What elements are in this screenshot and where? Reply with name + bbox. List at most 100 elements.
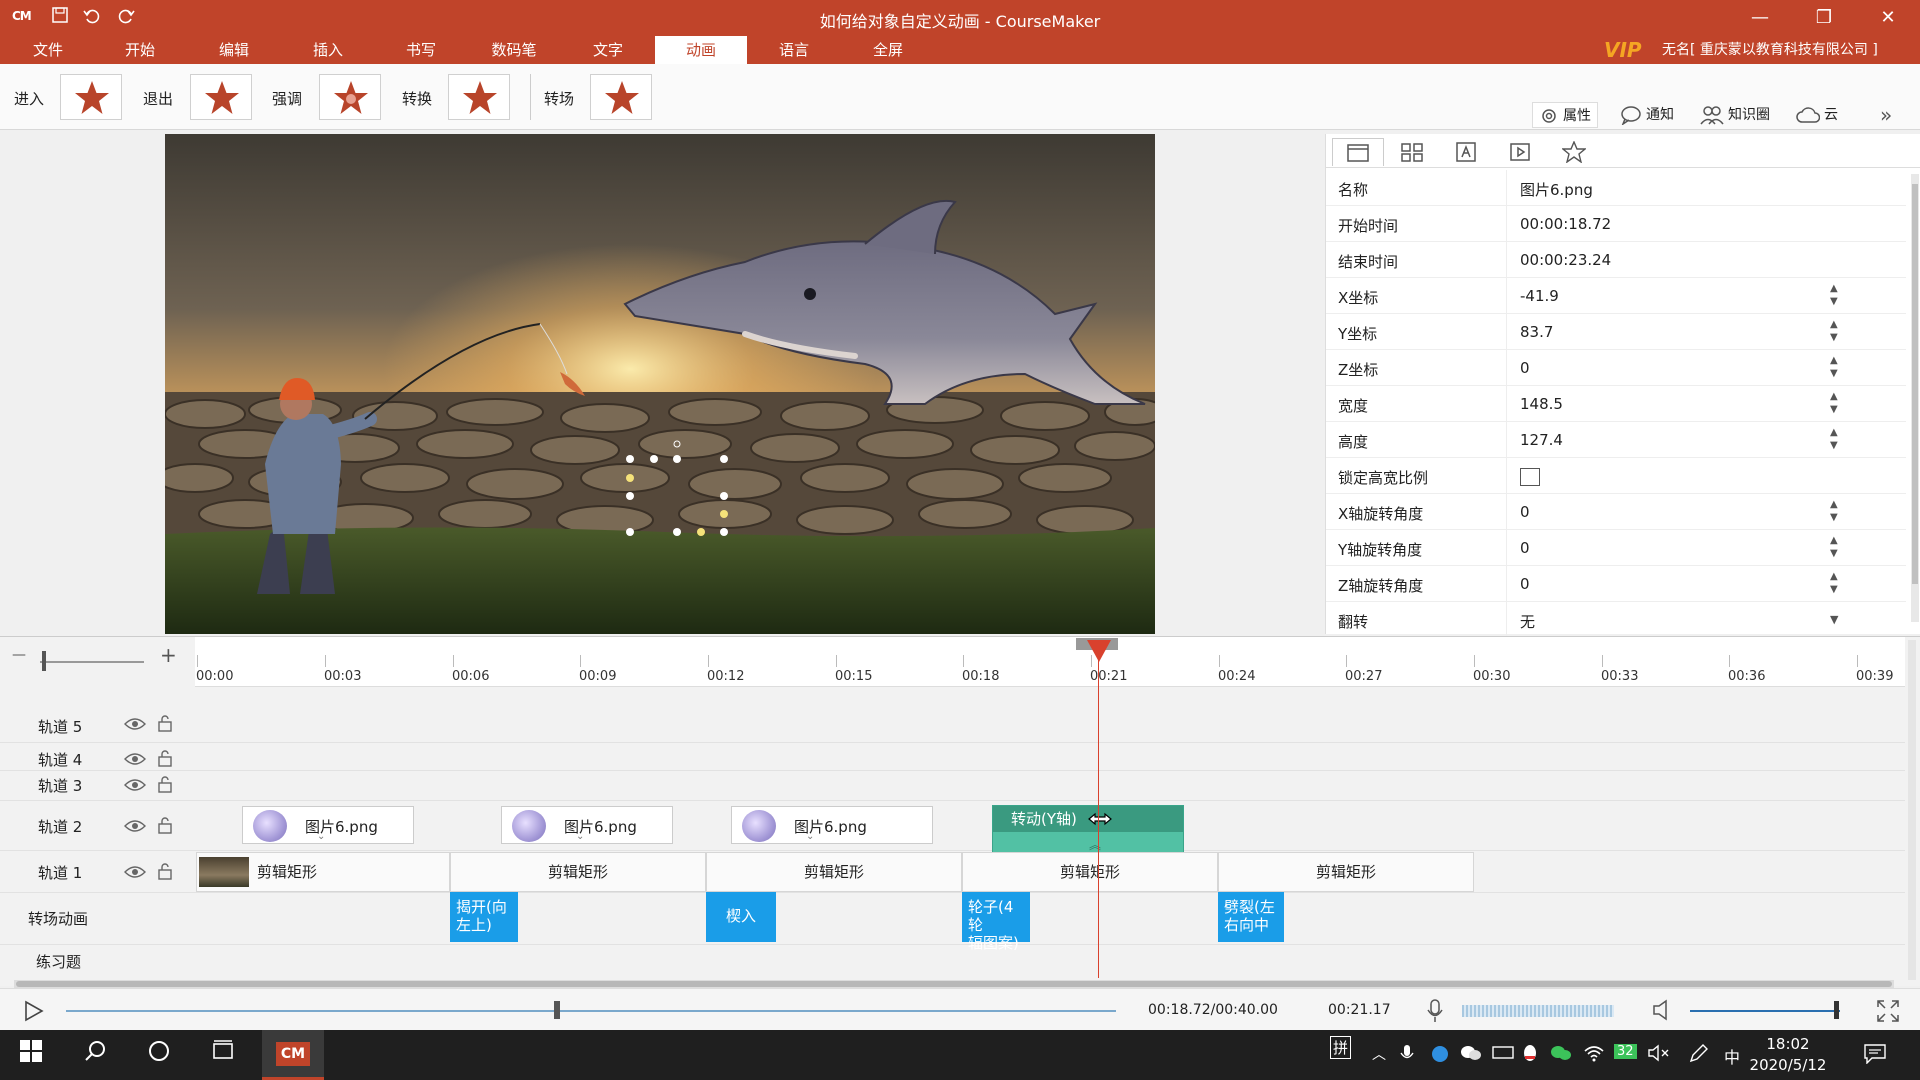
prop-value[interactable]: 127.4 [1520,431,1563,449]
timeline-scrollbar[interactable] [14,980,1894,988]
transition-block[interactable]: 轮子(4轮 辐图案) [962,892,1030,952]
prop-value[interactable]: 0 [1520,359,1530,377]
exit-animation-button[interactable] [190,74,252,120]
wechat-tray-icon[interactable] [1460,1044,1482,1066]
lock-icon[interactable] [158,749,172,771]
tab-animation[interactable] [1548,138,1600,166]
coursemaker-taskbar-app[interactable]: CM [262,1030,324,1080]
play-icon[interactable] [22,999,46,1027]
menu-text[interactable]: 文字 [562,36,654,64]
menu-edit[interactable]: 编辑 [188,36,280,64]
system-clock[interactable]: 18:02 2020/5/12 [1748,1034,1828,1076]
chevron-up-icon[interactable]: ︽ [1089,836,1101,853]
language-indicator[interactable]: 中 [1724,1044,1740,1068]
timeline-vscrollbar[interactable] [1908,640,1916,980]
zoom-in-button[interactable]: + [160,643,177,667]
spinner-icon[interactable]: ▲ ▼ [1830,570,1838,596]
clip-rectangle[interactable]: 剪辑矩形 [450,852,706,892]
browser-tray-icon[interactable] [1430,1044,1450,1068]
properties-scrollbar[interactable] [1911,174,1919,622]
volume-knob[interactable] [1834,1001,1839,1019]
playhead-marker[interactable] [1087,640,1111,662]
prop-value[interactable]: 0 [1520,575,1530,593]
prop-value[interactable]: 83.7 [1520,323,1553,341]
cortana-icon[interactable] [144,1040,174,1070]
eye-icon[interactable] [124,751,146,771]
lock-icon[interactable] [158,775,172,797]
wifi-icon[interactable] [1584,1044,1604,1066]
time-ruler[interactable]: 00:00 00:03 00:06 00:09 00:12 00:15 00:1… [195,637,1905,687]
chevron-up-icon[interactable]: ︿ [1372,1044,1386,1064]
eye-icon[interactable] [124,777,146,797]
playback-knob[interactable] [554,1001,560,1019]
menu-fullscreen[interactable]: 全屏 [842,36,934,64]
microphone-tray-icon[interactable] [1400,1044,1414,1068]
tab-text[interactable] [1440,138,1492,166]
clip-rectangle[interactable]: 剪辑矩形 [962,852,1218,892]
spinner-icon[interactable]: ▲ ▼ [1830,498,1838,524]
menu-digital-pen[interactable]: 数码笔 [468,36,560,64]
properties-button[interactable]: 属性 [1532,102,1598,128]
tab-media[interactable] [1494,138,1546,166]
minimize-button[interactable]: — [1740,4,1780,32]
qq-tray-icon[interactable] [1522,1044,1538,1068]
scrollbar-thumb[interactable] [16,981,1892,987]
pen-tray-icon[interactable] [1688,1044,1708,1068]
menu-start[interactable]: 开始 [94,36,186,64]
tab-general[interactable] [1332,138,1384,166]
menu-language[interactable]: 语言 [748,36,840,64]
enter-animation-button[interactable] [60,74,122,120]
tab-layout[interactable] [1386,138,1438,166]
spinner-icon[interactable]: ▲ ▼ [1830,534,1838,560]
prop-value[interactable]: 0 [1520,539,1530,557]
lock-icon[interactable] [158,714,172,736]
prop-value[interactable]: 00:00:18.72 [1520,215,1611,233]
fullscreen-icon[interactable] [1876,999,1900,1027]
transition-block[interactable]: 揭开(向 左上) [450,892,518,942]
eye-icon[interactable] [124,864,146,884]
spinner-icon[interactable]: ▲ ▼ [1830,282,1838,308]
menu-insert[interactable]: 插入 [282,36,374,64]
clip-rectangle[interactable]: 剪辑矩形 [706,852,962,892]
menu-file[interactable]: 文件 [2,36,94,64]
volume-mute-icon[interactable] [1648,1044,1670,1066]
speaker-icon[interactable] [1652,999,1676,1025]
playback-progress[interactable] [66,1010,1116,1012]
prop-value[interactable]: -41.9 [1520,287,1559,305]
knowledge-circle-button[interactable]: 知识圈 [1700,102,1770,128]
image-clip[interactable]: 图片6.png ⌄ [501,806,673,844]
flip-select[interactable]: 无 [1520,611,1535,632]
image-clip[interactable]: 图片6.png ⌄ [242,806,414,844]
menu-write[interactable]: 书写 [375,36,467,64]
spinner-icon[interactable]: ▲ ▼ [1830,426,1838,452]
chevron-down-icon[interactable]: ▼ [1830,613,1838,626]
windows-start-icon[interactable] [16,1040,46,1070]
clip-rectangle[interactable]: 剪辑矩形 [1218,852,1474,892]
scrollbar-thumb[interactable] [1912,184,1918,584]
menu-animation[interactable]: 动画 [655,36,747,64]
close-button[interactable]: ✕ [1868,4,1908,32]
user-account[interactable]: 无名[ 重庆蒙以教育科技有限公司 ] [1662,36,1878,64]
ime-indicator[interactable]: 拼 [1330,1036,1352,1059]
transition-block[interactable]: 楔入 [706,892,776,942]
transition-block[interactable]: 劈裂(左 右向中 [1218,892,1284,942]
spinner-icon[interactable]: ▲ ▼ [1830,390,1838,416]
task-view-icon[interactable] [208,1040,238,1070]
transform-animation-button[interactable] [448,74,510,120]
zoom-slider-knob[interactable] [42,651,46,671]
cloud-button[interactable]: 云 [1796,102,1838,128]
notification-center-icon[interactable] [1864,1044,1886,1068]
wechat-tray-icon-2[interactable] [1550,1044,1572,1066]
zoom-out-button[interactable]: — [12,647,26,663]
lock-icon[interactable] [158,816,172,838]
lock-icon[interactable] [158,862,172,884]
zoom-slider[interactable] [40,661,144,663]
restore-button[interactable]: ❐ [1804,4,1844,32]
notify-button[interactable]: 通知 [1620,102,1674,128]
image-clip[interactable]: 图片6.png ⌄ [731,806,933,844]
spinner-icon[interactable]: ▲ ▼ [1830,354,1838,380]
prop-value[interactable]: 0 [1520,503,1530,521]
transition-animation-button[interactable] [590,74,652,120]
search-icon[interactable] [80,1040,110,1070]
volume-slider[interactable] [1690,1010,1840,1012]
